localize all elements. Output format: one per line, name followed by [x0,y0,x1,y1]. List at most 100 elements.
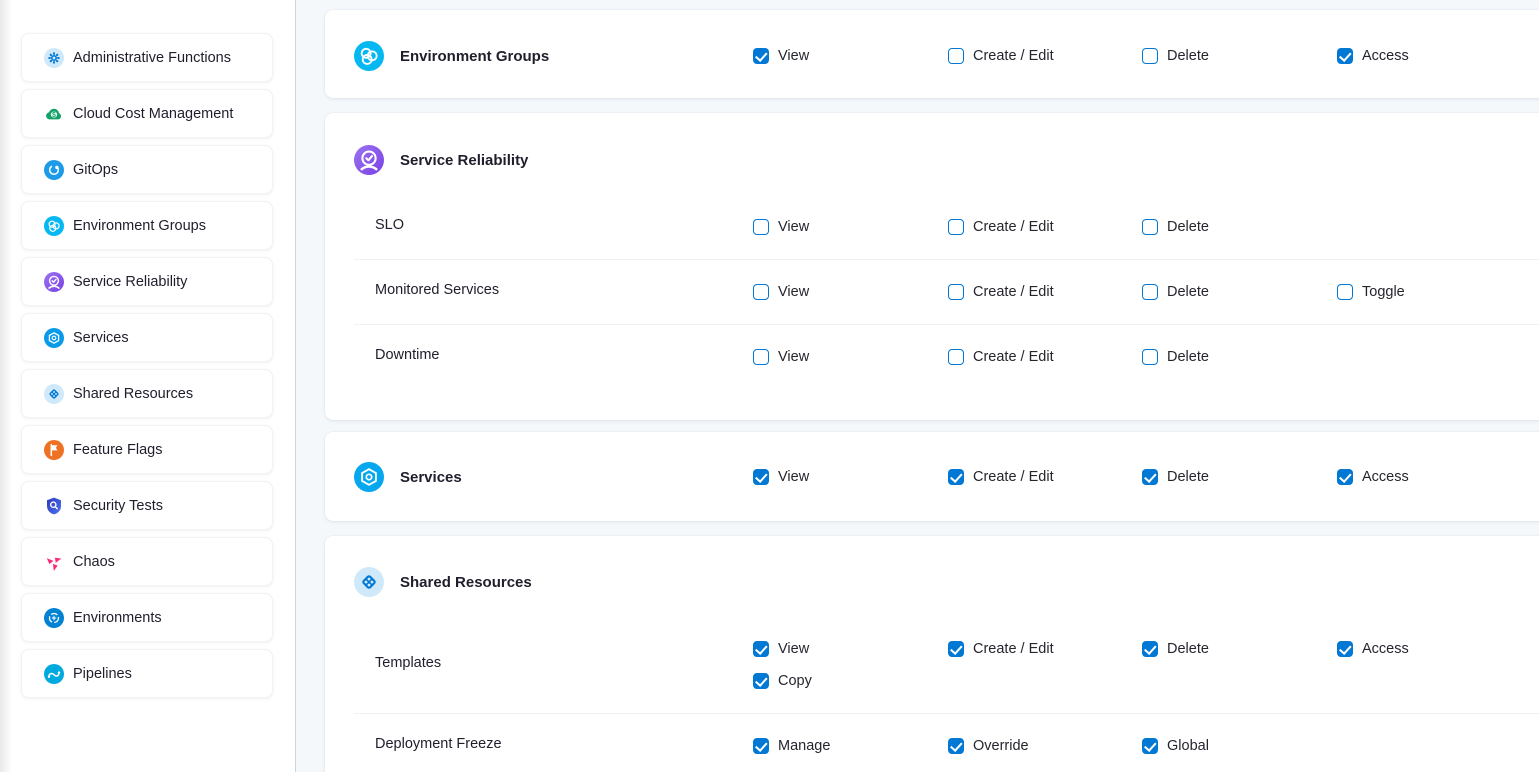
sidebar-item-service-reliability[interactable]: Service Reliability [21,257,273,306]
permission-create-edit[interactable]: Create / Edit [948,217,1054,237]
checkbox-icon[interactable] [753,469,769,485]
services-header: Services [354,462,462,492]
shared-resources-card: Shared Resources Templates View Create /… [325,536,1539,772]
checkbox-icon[interactable] [753,284,769,300]
permission-delete[interactable]: Delete [1142,467,1209,487]
checkbox-icon[interactable] [753,673,769,689]
row-divider [354,324,1539,325]
shared-resources-header: Shared Resources [354,567,532,597]
sidebar-item-label: Security Tests [73,498,163,514]
checkbox-icon[interactable] [753,641,769,657]
permission-view[interactable]: View [753,217,809,237]
permission-view[interactable]: View [753,639,809,659]
resource-row-label: Templates [375,655,441,671]
permission-view[interactable]: View [753,347,809,367]
checkbox-icon[interactable] [1142,349,1158,365]
permission-create-edit[interactable]: Create / Edit [948,467,1054,487]
environment-groups-header: Environment Groups [354,41,549,71]
checkbox-icon[interactable] [1142,284,1158,300]
resource-category-sidebar: Administrative Functions $ Cloud Cost Ma… [0,0,296,772]
permission-manage[interactable]: Manage [753,736,830,756]
permission-toggle[interactable]: Toggle [1337,282,1405,302]
permission-delete[interactable]: Delete [1142,639,1209,659]
permission-create-edit[interactable]: Create / Edit [948,46,1054,66]
sidebar-item-administrative-functions[interactable]: Administrative Functions [21,33,273,82]
permission-override[interactable]: Override [948,736,1029,756]
permission-access[interactable]: Access [1337,467,1409,487]
services-card: Services View Create / Edit Delete Acces… [325,432,1539,521]
sidebar-item-cloud-cost-management[interactable]: $ Cloud Cost Management [21,89,273,138]
sidebar-item-label: GitOps [73,162,118,178]
resource-row-label: SLO [375,217,404,233]
sidebar-item-label: Administrative Functions [73,50,231,66]
checkbox-icon[interactable] [948,284,964,300]
shared-resources-icon [354,567,384,597]
checkbox-icon[interactable] [1142,641,1158,657]
sidebar-item-security-tests[interactable]: Security Tests [21,481,273,530]
permission-global[interactable]: Global [1142,736,1209,756]
sidebar-item-label: Service Reliability [73,274,187,290]
permission-access[interactable]: Access [1337,46,1409,66]
feature-flags-icon [44,440,64,460]
checkbox-icon[interactable] [753,738,769,754]
permission-create-edit[interactable]: Create / Edit [948,639,1054,659]
cloud-dollar-icon: $ [44,104,64,124]
sidebar-item-label: Feature Flags [73,442,162,458]
checkbox-icon[interactable] [1142,738,1158,754]
permission-view[interactable]: View [753,282,809,302]
permission-delete[interactable]: Delete [1142,217,1209,237]
pipelines-icon [44,664,64,684]
row-divider [354,713,1539,714]
permission-create-edit[interactable]: Create / Edit [948,282,1054,302]
checkbox-icon[interactable] [948,48,964,64]
checkbox-icon[interactable] [1337,48,1353,64]
sidebar-item-environments[interactable]: Environments [21,593,273,642]
permission-copy[interactable]: Copy [753,671,812,691]
permission-view[interactable]: View [753,46,809,66]
chaos-icon [44,552,64,572]
permission-delete[interactable]: Delete [1142,46,1209,66]
checkbox-icon[interactable] [1337,641,1353,657]
sidebar-item-label: Pipelines [73,666,132,682]
permission-create-edit[interactable]: Create / Edit [948,347,1054,367]
checkbox-icon[interactable] [753,219,769,235]
environment-groups-icon [354,41,384,71]
sidebar-item-shared-resources[interactable]: Shared Resources [21,369,273,418]
sidebar-item-label: Services [73,330,129,346]
sidebar-item-environment-groups[interactable]: Environment Groups [21,201,273,250]
permission-view[interactable]: View [753,467,809,487]
checkbox-icon[interactable] [948,469,964,485]
checkbox-icon[interactable] [948,738,964,754]
checkbox-icon[interactable] [1337,469,1353,485]
security-tests-icon [44,496,64,516]
service-reliability-card: Service Reliability SLO View Create / Ed… [325,113,1539,420]
sidebar-item-pipelines[interactable]: Pipelines [21,649,273,698]
sidebar-item-feature-flags[interactable]: Feature Flags [21,425,273,474]
checkbox-icon[interactable] [1142,48,1158,64]
card-title: Shared Resources [400,574,532,591]
service-reliability-header: Service Reliability [354,145,528,175]
checkbox-icon[interactable] [1142,469,1158,485]
checkbox-icon[interactable] [1337,284,1353,300]
checkbox-icon[interactable] [948,349,964,365]
resource-row-label: Downtime [375,347,439,363]
checkbox-icon[interactable] [948,641,964,657]
permissions-panel: Environment Groups View Create / Edit De… [296,0,1539,772]
permission-delete[interactable]: Delete [1142,282,1209,302]
permission-access[interactable]: Access [1337,639,1409,659]
row-divider [354,259,1539,260]
checkbox-icon[interactable] [1142,219,1158,235]
sidebar-item-gitops[interactable]: GitOps [21,145,273,194]
sidebar-item-services[interactable]: Services [21,313,273,362]
checkbox-icon[interactable] [948,219,964,235]
sidebar-item-label: Shared Resources [73,386,193,402]
checkbox-icon[interactable] [753,48,769,64]
sidebar-item-chaos[interactable]: Chaos [21,537,273,586]
gear-icon [44,48,64,68]
checkbox-icon[interactable] [753,349,769,365]
permission-delete[interactable]: Delete [1142,347,1209,367]
sidebar-item-label: Environments [73,610,162,626]
resource-row-label: Deployment Freeze [375,736,502,752]
card-title: Services [400,469,462,486]
environment-groups-card: Environment Groups View Create / Edit De… [325,10,1539,98]
